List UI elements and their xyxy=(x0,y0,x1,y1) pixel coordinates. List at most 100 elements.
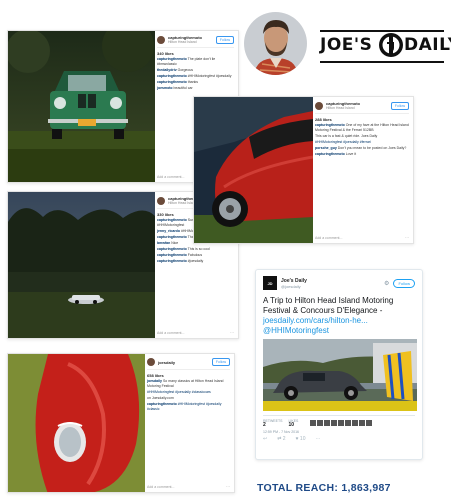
more-options-icon[interactable]: ··· xyxy=(226,484,230,489)
liker-avatar[interactable] xyxy=(317,420,324,426)
comment-text: Gorgeous xyxy=(177,68,194,72)
post-username[interactable]: capturingthemoto Hilton Head Island xyxy=(168,35,202,44)
post-photo-red-fender[interactable] xyxy=(8,354,145,492)
avatar[interactable] xyxy=(315,101,323,110)
comment-line: thedailydriv Gorgeous xyxy=(157,68,234,73)
tweet-timestamp[interactable]: 12:59 PM - 7 Nov 2016 xyxy=(263,430,415,434)
post-header: capturingthemotoHilton Head Island Follo… xyxy=(157,35,234,48)
tweet-actions: ↩ ⇄ 2 ♥ 10 ··· xyxy=(263,436,415,442)
retweets-value: 2 xyxy=(263,422,266,428)
joes-daily-logo: JOE'S DAILY xyxy=(320,30,451,64)
avatar[interactable] xyxy=(157,196,165,205)
comment-text: #HHIMotoringfest #joesdaily xyxy=(187,74,232,78)
comment-user[interactable]: bmwfan xyxy=(157,241,170,245)
comment-input[interactable]: Add a comment... xyxy=(315,236,342,240)
comment-line: #HHIMotoringfest #joesdaily #ferrari xyxy=(315,140,409,145)
tweet-author-name[interactable]: Joe's Daily xyxy=(281,278,307,284)
tweet-link[interactable]: joesdaily.com/cars/hilton-he... xyxy=(263,316,368,325)
comment-line: #HHIMotoringfest #joesdaily #classiccars xyxy=(147,390,230,395)
comment-input[interactable]: Add a comment... xyxy=(157,331,184,335)
tweet-header: JD Joe's Daily @joesdaily ⚙ Follow xyxy=(263,276,415,290)
comment-text: This is so cool xyxy=(187,247,210,251)
instagram-post-card: capturingthemotoHilton Head Island Follo… xyxy=(193,96,414,244)
comment-user[interactable]: capturingthemoto xyxy=(315,152,345,156)
tweet-photo-vintage-car[interactable] xyxy=(263,339,417,411)
comment-line: capturingthemoto One of my fave at the H… xyxy=(315,123,409,133)
comment-input[interactable]: Add a comment... xyxy=(147,485,174,489)
avatar[interactable] xyxy=(147,358,155,366)
comment-text: This car is a fast & quiet ride. Joes Da… xyxy=(315,134,378,138)
like-icon[interactable]: ♥ 10 xyxy=(296,436,306,442)
post-sidebar: joesdaily Follow 658 likes joesdaily So … xyxy=(143,354,234,492)
comment-text: Fabulous xyxy=(187,253,203,257)
retweet-icon[interactable]: ⇄ 2 xyxy=(277,436,285,442)
liker-avatar[interactable] xyxy=(359,420,366,426)
follow-button[interactable]: Follow xyxy=(211,358,230,366)
post-photo-red-ferrari[interactable] xyxy=(194,97,313,243)
comment-user[interactable]: capturingthemoto xyxy=(157,235,187,239)
tweet-avatar[interactable]: JD xyxy=(263,276,277,290)
comment-user[interactable]: capturingthemoto xyxy=(157,247,187,251)
liker-avatars[interactable] xyxy=(310,420,373,426)
tweet-follow-button[interactable]: Follow xyxy=(393,278,415,288)
comment-input[interactable]: Add a comment... xyxy=(157,175,184,179)
comment-line: porsche_guy Don't you mean to be posted … xyxy=(315,146,409,151)
follow-button[interactable]: Follow xyxy=(215,35,234,44)
post-location[interactable]: Hilton Head Island xyxy=(168,40,202,44)
liker-avatar[interactable] xyxy=(338,420,345,426)
comment-user[interactable]: capturingthemoto xyxy=(157,259,187,263)
comment-user[interactable]: capturingthemoto xyxy=(315,123,345,127)
comment-user[interactable]: capturingthemoto xyxy=(157,253,187,257)
post-location[interactable]: Hilton Head Island xyxy=(326,106,360,110)
comment-text: #HHIMotoringfest #joesdaily #classiccars xyxy=(147,390,211,394)
likes-count: 340 likes xyxy=(157,51,174,56)
post-username[interactable]: capturingthemoto Hilton Head Island xyxy=(326,101,360,110)
comment-text: beautiful car xyxy=(173,86,193,90)
tweet-mention[interactable]: @HHIMotoringfest xyxy=(263,326,329,335)
comment-line: capturingthemoto #HHIMotoringfest #joesd… xyxy=(157,74,234,79)
avatar[interactable] xyxy=(157,35,165,44)
comment-user[interactable]: capturingthemoto xyxy=(157,74,187,78)
liker-avatar[interactable] xyxy=(310,420,317,426)
post-photo-dusk-field[interactable] xyxy=(8,192,155,338)
liker-avatar[interactable] xyxy=(324,420,331,426)
comment-user[interactable]: thedailydriv xyxy=(157,68,177,72)
comment-user[interactable]: capturingthemoto xyxy=(157,57,187,61)
comment-line: capturingthemoto Love it xyxy=(315,152,409,157)
likes-count: 658 likes xyxy=(147,373,164,378)
post-header: joesdaily Follow xyxy=(147,358,230,370)
tweet-stats: RETWEETS 2 LIKES 10 xyxy=(263,415,415,428)
tweet-text-main: A Trip to Hilton Head Island Motoring Fe… xyxy=(263,296,394,315)
liker-avatar[interactable] xyxy=(352,420,359,426)
post-username[interactable]: joesdaily xyxy=(158,360,175,365)
post-header: capturingthemotoHilton Head Island Follo… xyxy=(315,101,409,114)
more-options-icon[interactable]: ··· xyxy=(405,235,409,240)
like-count[interactable]: LIKES 10 xyxy=(288,419,298,428)
comment-user[interactable]: joesdaily xyxy=(147,379,162,383)
comment-user[interactable]: capturingthemoto xyxy=(147,402,177,406)
tweet-author-handle[interactable]: @joesdaily xyxy=(281,284,307,289)
gear-icon[interactable]: ⚙ xyxy=(384,280,389,287)
logo-text-right: DAILY xyxy=(404,35,451,55)
comment-user[interactable]: porsche_guy xyxy=(315,146,337,150)
comment-text: thanks xyxy=(187,80,199,84)
reply-icon[interactable]: ↩ xyxy=(263,436,267,442)
more-icon[interactable]: ··· xyxy=(315,436,320,442)
post-photo-green-bmw[interactable] xyxy=(8,31,155,182)
liker-avatar[interactable] xyxy=(331,420,338,426)
comment-user[interactable]: jenny_ricardo xyxy=(157,229,180,233)
comment-user[interactable]: capturingthemoto xyxy=(157,80,187,84)
comment-user[interactable]: joesmoto xyxy=(157,86,173,90)
comment-user[interactable]: capturingthemoto xyxy=(157,218,187,222)
comment-line: joesmoto beautiful car xyxy=(157,86,234,91)
more-options-icon[interactable]: ··· xyxy=(230,330,234,335)
comment-line: capturingthemoto This is so cool xyxy=(157,247,234,252)
comment-line: capturingthemoto #HHIMotoringfest #joesd… xyxy=(147,402,230,412)
retweet-count[interactable]: RETWEETS 2 xyxy=(263,419,282,428)
comment-text: #joesdaily xyxy=(187,259,204,263)
liker-avatar[interactable] xyxy=(366,420,373,426)
liker-avatar[interactable] xyxy=(345,420,352,426)
comment-line: This car is a fast & quiet ride. Joes Da… xyxy=(315,134,409,139)
comment-text: Nice xyxy=(171,241,179,245)
follow-button[interactable]: Follow xyxy=(390,101,409,110)
